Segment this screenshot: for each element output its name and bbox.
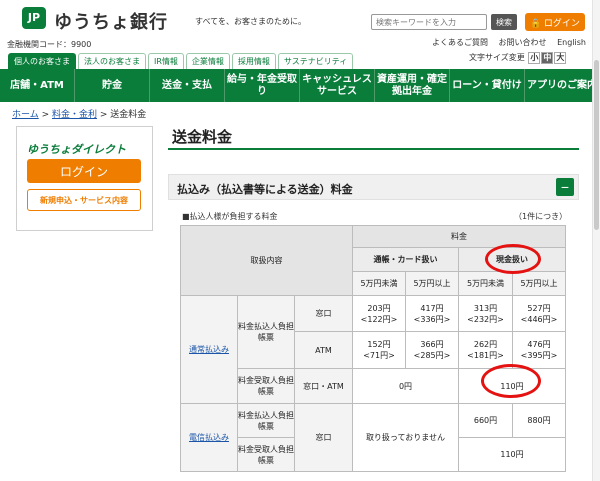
tab-ir[interactable]: IR情報 [148, 53, 184, 69]
faq-link[interactable]: よくあるご質問 [432, 38, 488, 47]
direct-login-panel: ゆうちょダイレクト ログイン 新規申込・サービス内容 [16, 126, 153, 231]
site-header: JP ゆうちょ銀行 すべてを、お客さまのために。 検索 🔒 ログイン [0, 0, 600, 36]
tel-receiver-fee: 110円 [458, 437, 566, 472]
header-fee: 料金 [352, 225, 566, 248]
font-size-medium[interactable]: 中 [541, 52, 554, 64]
receiver-slip-label: 料金受取人負担帳票 [237, 437, 295, 472]
scrollbar-thumb[interactable] [594, 60, 599, 230]
breadcrumb-current: 送金料金 [110, 110, 147, 120]
per-item-note: （1件につき） [514, 212, 568, 221]
nav-investment[interactable]: 資産運用・確定拠出年金 [375, 69, 450, 102]
font-size-large[interactable]: 大 [554, 52, 567, 64]
nav-app[interactable]: アプリのご案内 [525, 69, 600, 102]
header-under-50k-cash: 5万円未満 [458, 271, 513, 296]
fee-cell: 476円 <395円> [512, 331, 566, 369]
page-title: 送金料金 [172, 128, 233, 146]
payer-slip-label: 料金払込人負担帳票 [237, 403, 295, 438]
channel-counter: 窓口 [294, 403, 353, 472]
header-under-50k-passbook: 5万円未満 [352, 271, 406, 296]
channel-counter: 窓口 [294, 295, 353, 332]
font-size-switcher: 文字サイズ変更 小中大 [469, 52, 567, 64]
header-login-button[interactable]: 🔒 ログイン [525, 13, 585, 31]
breadcrumb: ホーム > 料金・金利 > 送金料金 [12, 110, 147, 120]
fee-cell: 366円 <285円> [405, 331, 459, 369]
nav-store-atm[interactable]: 店舗・ATM [0, 69, 75, 102]
nav-remittance[interactable]: 送金・支払 [150, 69, 225, 102]
channel-atm: ATM [294, 331, 353, 369]
header-content: 取扱内容 [180, 225, 353, 296]
tab-personal[interactable]: 個人のお客さま [8, 53, 76, 69]
section-title: 払込み（払込書等による送金）料金 [177, 183, 353, 196]
tab-recruit[interactable]: 採用情報 [231, 53, 276, 69]
login-label: ログイン [543, 17, 580, 28]
bank-name[interactable]: ゆうちょ銀行 [54, 8, 168, 34]
breadcrumb-home[interactable]: ホーム [12, 110, 39, 120]
jp-bank-logo[interactable]: JP [22, 7, 46, 29]
font-size-label: 文字サイズ変更 [469, 53, 525, 62]
lock-icon: 🔒 [530, 17, 542, 28]
payer-fee-note: ■払込人様が負担する料金 [182, 212, 278, 221]
link-telegraphic-payment[interactable]: 電信払込み [189, 433, 229, 442]
not-available-note: 取り扱っておりません [352, 403, 459, 472]
tel-fee-under: 660円 [458, 403, 513, 438]
header-over-50k-cash: 5万円以上 [512, 271, 566, 296]
contact-link[interactable]: お問い合わせ [499, 38, 547, 47]
section-header[interactable]: 払込み（払込書等による送金）料金 − [168, 174, 579, 200]
link-normal-payment[interactable]: 通常払込み [189, 345, 229, 354]
header-over-50k-passbook: 5万円以上 [405, 271, 459, 296]
fee-cell: 152円 <71円> [352, 331, 406, 369]
direct-login-button[interactable]: ログイン [27, 159, 141, 183]
breadcrumb-fees[interactable]: 料金・金利 [52, 110, 97, 120]
tagline: すべてを、お客さまのために。 [195, 17, 306, 26]
search-input[interactable] [371, 14, 487, 30]
tab-company[interactable]: 企業情報 [185, 53, 230, 69]
font-size-small[interactable]: 小 [528, 52, 541, 64]
direct-apply-button[interactable]: 新規申込・サービス内容 [27, 189, 141, 211]
fee-cell: 527円 <446円> [512, 295, 566, 332]
cash-highlight-annotation [485, 244, 541, 274]
payer-slip-label: 料金払込人負担帳票 [237, 295, 295, 369]
nav-loan[interactable]: ローン・貸付け [450, 69, 525, 102]
nav-cashless[interactable]: キャッシュレスサービス [300, 69, 375, 102]
header-passbook-card: 通帳・カード扱い [352, 247, 459, 272]
fee-cell: 262円 <181円> [458, 331, 513, 369]
yucho-direct-logo: ゆうちょダイレクト [27, 143, 126, 156]
tab-sustainability[interactable]: サステナビリティ [277, 53, 354, 69]
fee-highlight-annotation [481, 364, 541, 398]
tab-corporate[interactable]: 法人のお客さま [78, 53, 146, 69]
tel-fee-over: 880円 [512, 403, 566, 438]
title-divider [168, 148, 579, 150]
channel-counter-atm: 窓口・ATM [294, 368, 353, 404]
nav-salary-pension[interactable]: 給与・年金受取り [225, 69, 300, 102]
audience-tabs: 個人のお客さま 法人のお客さま IR情報 企業情報 採用情報 サステナビリティ [8, 53, 355, 69]
fee-cell: 203円 <122円> [352, 295, 406, 332]
nav-savings[interactable]: 貯金 [75, 69, 150, 102]
search-button[interactable]: 検索 [491, 14, 517, 30]
main-nav: 店舗・ATM 貯金 送金・支払 給与・年金受取り キャッシュレスサービス 資産運… [0, 69, 600, 102]
receiver-fee-passbook: 0円 [352, 368, 459, 404]
fee-cell: 313円 <232円> [458, 295, 513, 332]
fee-cell: 417円 <336円> [405, 295, 459, 332]
receiver-slip-label: 料金受取人負担帳票 [237, 368, 295, 404]
collapse-minus-icon[interactable]: − [556, 178, 574, 196]
bank-code: 金融機関コード：9900 [7, 40, 92, 49]
english-link[interactable]: English [557, 38, 586, 47]
utility-links: よくあるご質問 お問い合わせ English [424, 37, 586, 48]
